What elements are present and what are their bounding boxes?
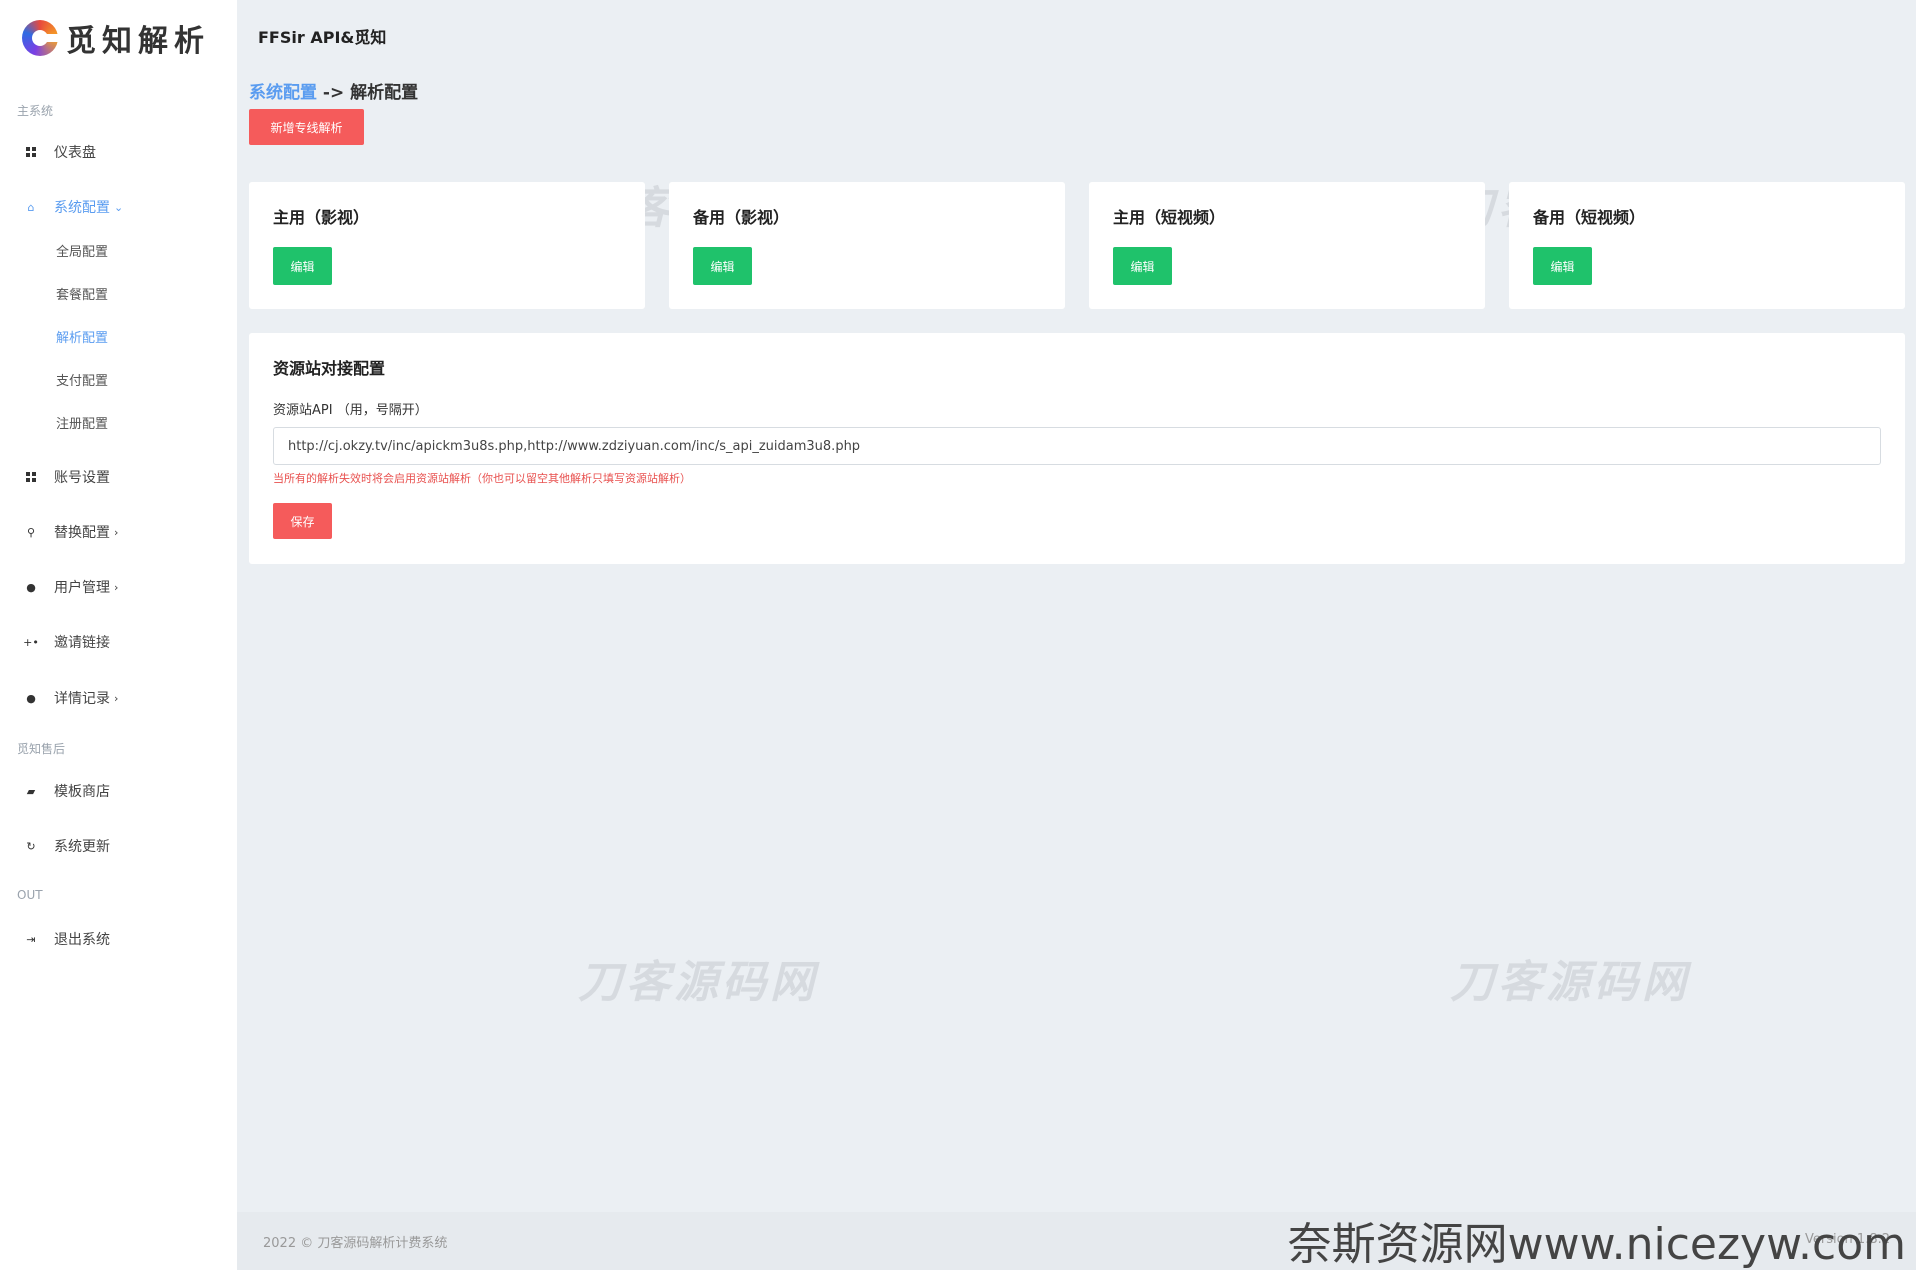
resource-api-label: 资源站API （用，号隔开） <box>273 403 428 418</box>
sub-item-plan-config[interactable]: 套餐配置 <box>56 284 108 303</box>
card-title: 备用（短视频） <box>1533 208 1646 227</box>
nav-section-out: OUT <box>17 888 43 902</box>
nav-item-account-settings[interactable]: 账号设置 <box>0 462 237 492</box>
sub-item-global-config[interactable]: 全局配置 <box>56 241 108 260</box>
nav-item-user-mgmt[interactable]: ● 用户管理 › <box>0 572 237 602</box>
site-watermark: 奈斯资源网www.nicezyw.com <box>1287 1219 1906 1270</box>
nav-item-label: 账号设置 <box>54 470 110 486</box>
nav-item-replace-config[interactable]: ⚲ 替换配置 › <box>0 517 237 547</box>
app-title: FFSir API&觅知 <box>258 28 387 47</box>
nav-item-template-store[interactable]: ▰ 模板商店 <box>0 776 237 806</box>
edit-button[interactable]: 编辑 <box>1533 247 1592 285</box>
card-primary-short-video: 主用（短视频） 编辑 <box>1089 182 1485 309</box>
card-title: 主用（短视频） <box>1113 208 1226 227</box>
nav-item-label: 模板商店 <box>54 784 110 800</box>
sub-item-register-config[interactable]: 注册配置 <box>56 413 108 432</box>
watermark: 刀客源码网 <box>578 957 818 1008</box>
chevron-right-icon: › <box>114 580 119 594</box>
nav-section-main: 主系统 <box>17 104 54 118</box>
breadcrumb-separator: -> <box>317 83 351 103</box>
shopping-bag-icon: ▰ <box>26 784 36 798</box>
chevron-down-icon: ⌄ <box>114 200 124 214</box>
logo-mark-icon <box>22 20 58 56</box>
card-title: 主用（影视） <box>273 208 370 227</box>
breadcrumb: 系统配置 -> 解析配置 <box>249 78 418 103</box>
sub-item-payment-config[interactable]: 支付配置 <box>56 370 108 389</box>
logo-text: 觅知解析 <box>66 24 210 59</box>
nav-item-label: 系统配置 <box>54 200 110 216</box>
brand-logo[interactable]: 觅知解析 <box>22 16 210 60</box>
dashboard-icon <box>24 145 38 159</box>
nav-item-label: 详情记录 <box>54 691 110 707</box>
logout-icon: ⇥ <box>26 932 36 946</box>
add-dedicated-parse-button[interactable]: 新增专线解析 <box>249 109 364 145</box>
breadcrumb-link[interactable]: 系统配置 <box>249 83 317 103</box>
sub-item-parse-config[interactable]: 解析配置 <box>56 327 108 346</box>
nav-item-label: 替换配置 <box>54 525 110 541</box>
home-icon: ⌂ <box>27 200 35 214</box>
nav-item-label: 退出系统 <box>54 932 110 948</box>
settings-grid-icon <box>24 470 38 484</box>
nav-item-label: 邀请链接 <box>54 635 110 651</box>
edit-button[interactable]: 编辑 <box>1113 247 1172 285</box>
dot-icon: ● <box>26 691 36 705</box>
nav-item-logout[interactable]: ⇥ 退出系统 <box>0 924 237 954</box>
footer-copyright: 2022 © 刀客源码解析计费系统 <box>263 1236 448 1251</box>
nav-item-label: 用户管理 <box>54 580 110 596</box>
edit-button[interactable]: 编辑 <box>273 247 332 285</box>
refresh-icon: ↻ <box>26 839 36 853</box>
nav-item-detail-records[interactable]: ● 详情记录 › <box>0 683 237 713</box>
card-backup-video: 备用（影视） 编辑 <box>669 182 1065 309</box>
edit-button[interactable]: 编辑 <box>693 247 752 285</box>
user-icon: ● <box>26 580 36 594</box>
resource-site-panel: 资源站对接配置 资源站API （用，号隔开） 当所有的解析失效时将会启用资源站解… <box>249 333 1905 564</box>
nav-item-dashboard[interactable]: 仪表盘 <box>0 137 237 167</box>
panel-title: 资源站对接配置 <box>273 359 386 378</box>
nav-item-label: 仪表盘 <box>54 145 96 161</box>
card-backup-short-video: 备用（短视频） 编辑 <box>1509 182 1905 309</box>
search-icon: ⚲ <box>26 525 36 539</box>
resource-api-input[interactable] <box>273 427 1881 465</box>
nav-item-system-update[interactable]: ↻ 系统更新 <box>0 831 237 861</box>
nav-item-label: 系统更新 <box>54 839 110 855</box>
card-title: 备用（影视） <box>693 208 790 227</box>
save-button[interactable]: 保存 <box>273 503 332 539</box>
watermark: 刀客源码网 <box>1450 957 1690 1008</box>
nav-section-after-sales: 觅知售后 <box>17 742 66 756</box>
chevron-right-icon: › <box>114 525 119 539</box>
chevron-right-icon: › <box>114 691 119 705</box>
card-primary-video: 主用（影视） 编辑 <box>249 182 645 309</box>
nav-item-invite-link[interactable]: +• 邀请链接 <box>0 627 237 657</box>
resource-api-hint: 当所有的解析失效时将会启用资源站解析（你也可以留空其他解析只填写资源站解析） <box>273 472 691 485</box>
sidebar: 觅知解析 主系统 仪表盘 ⌂ 系统配置 ⌄ 全局配置 套餐配置 解析配置 支付配… <box>0 0 237 1270</box>
breadcrumb-current: 解析配置 <box>350 83 419 103</box>
add-users-icon: +• <box>23 635 39 649</box>
nav-item-system-config[interactable]: ⌂ 系统配置 ⌄ <box>0 192 237 222</box>
